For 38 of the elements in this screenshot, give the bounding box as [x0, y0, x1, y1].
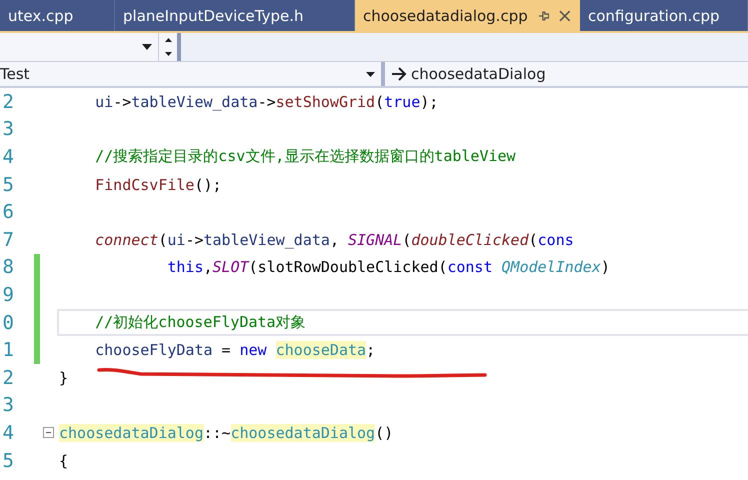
code-line: }	[59, 368, 68, 387]
line-number: 4	[2, 146, 14, 168]
code-line: chooseFlyData = new chooseData;	[94, 341, 376, 360]
code-line: choosedataDialog::~choosedataDialog()	[59, 424, 394, 442]
spin-up-button[interactable]	[159, 33, 177, 47]
line-number: 2	[2, 90, 14, 113]
code-line: //初始化chooseFlyData对象	[94, 313, 306, 332]
file-tab[interactable]: configuration.cpp	[580, 0, 748, 31]
line-number: 9	[2, 284, 14, 306]
line-number: 8	[2, 256, 14, 278]
spin-down-button[interactable]	[159, 47, 177, 61]
line-number: 3	[2, 394, 14, 416]
line-number: 1	[2, 339, 14, 362]
pin-icon[interactable]	[538, 10, 550, 22]
line-number: 7	[2, 228, 14, 251]
code-line: {	[59, 452, 68, 470]
code-line: ui->tableView_data->setShowGrid(true);	[94, 92, 438, 111]
line-number: 5	[2, 450, 14, 472]
code-line: FindCsvFile();	[94, 176, 222, 194]
code-line: //搜索指定目录的csv文件,显示在选择数据窗口的tableView	[94, 147, 516, 166]
close-icon[interactable]	[559, 10, 571, 22]
code-line: this,SLOT(slotRowDoubleClicked(const QModelIndex)	[166, 258, 610, 276]
down-caret-icon	[164, 52, 172, 56]
line-number: 5	[2, 174, 14, 196]
line-number: 4	[2, 422, 14, 444]
file-tab[interactable]: utex.cpp	[0, 0, 115, 31]
collapse-icon[interactable]	[43, 427, 54, 438]
line-number: 2	[2, 366, 14, 389]
line-number: 6	[2, 201, 14, 224]
up-caret-icon	[164, 38, 172, 42]
line-number: 3	[2, 118, 14, 140]
caret-icon	[142, 44, 152, 50]
line-number: 0	[2, 312, 14, 334]
arrow-icon	[391, 67, 407, 81]
scope-dropdown[interactable]: Test	[0, 62, 385, 86]
code-line: connect(ui->tableView_data, SIGNAL(doubleClicked(cons	[94, 230, 574, 249]
caret-icon	[366, 72, 375, 76]
file-tab[interactable]: choosedatadialog.cpp	[355, 0, 580, 31]
